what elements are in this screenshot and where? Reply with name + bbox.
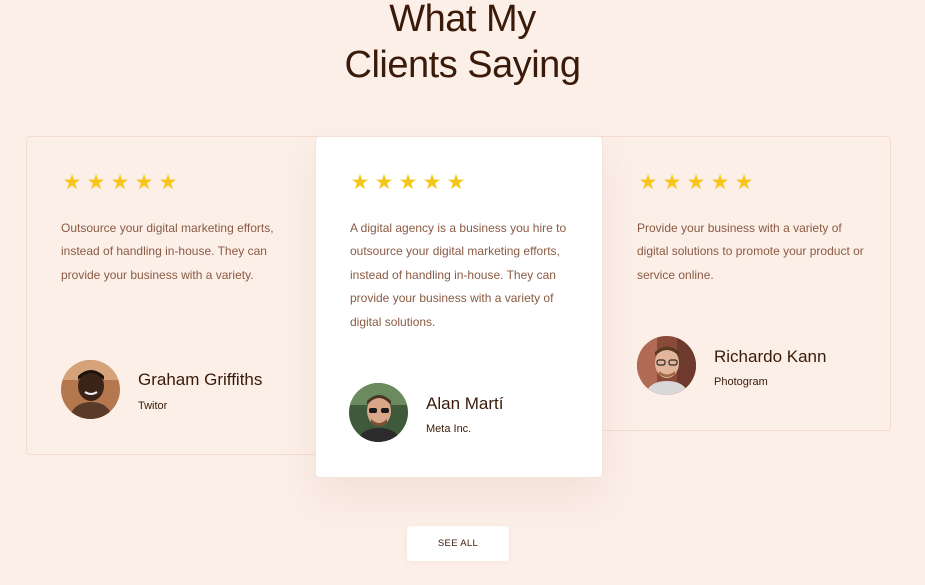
star-icon: ★ bbox=[662, 170, 682, 194]
star-icon: ★ bbox=[62, 170, 82, 194]
person-photo-icon bbox=[61, 360, 120, 419]
star-icon: ★ bbox=[686, 170, 706, 194]
author-company: Meta Inc. bbox=[426, 423, 472, 435]
testimonial-card-3: ★ ★ ★ ★ ★ Provide your business with a v… bbox=[600, 136, 891, 431]
star-rating: ★ ★ ★ ★ ★ bbox=[61, 171, 179, 193]
star-rating: ★ ★ ★ ★ ★ bbox=[637, 171, 755, 193]
section-title: What My Clients Saying bbox=[0, 0, 925, 88]
see-all-button[interactable]: SEE ALL bbox=[407, 526, 509, 561]
star-icon: ★ bbox=[398, 170, 418, 194]
author-name: Graham Griffiths bbox=[138, 370, 263, 389]
author-name: Alan Martí bbox=[426, 394, 504, 413]
testimonial-quote: Outsource your digital marketing efforts… bbox=[61, 221, 274, 282]
avatar bbox=[61, 360, 120, 419]
testimonial-quote: Provide your business with a variety of … bbox=[637, 221, 864, 282]
avatar bbox=[637, 336, 696, 395]
person-photo-icon bbox=[637, 336, 696, 395]
author-name: Richardo Kann bbox=[714, 347, 827, 366]
star-icon: ★ bbox=[374, 170, 394, 194]
star-rating: ★ ★ ★ ★ ★ bbox=[349, 171, 467, 193]
star-icon: ★ bbox=[422, 170, 442, 194]
section-title-line1: What My bbox=[389, 0, 536, 40]
star-icon: ★ bbox=[86, 170, 106, 194]
star-icon: ★ bbox=[446, 170, 466, 194]
section-title-line2: Clients Saying bbox=[344, 44, 581, 86]
author-company: Twitor bbox=[138, 400, 168, 412]
star-icon: ★ bbox=[638, 170, 658, 194]
star-icon: ★ bbox=[734, 170, 754, 194]
star-icon: ★ bbox=[134, 170, 154, 194]
testimonial-card-1: ★ ★ ★ ★ ★ Outsource your digital marketi… bbox=[26, 136, 318, 455]
testimonial-quote: A digital agency is a business you hire … bbox=[350, 221, 567, 329]
star-icon: ★ bbox=[158, 170, 178, 194]
star-icon: ★ bbox=[710, 170, 730, 194]
star-icon: ★ bbox=[350, 170, 370, 194]
avatar bbox=[349, 383, 408, 442]
author-company: Photogram bbox=[714, 376, 768, 388]
testimonial-card-2: ★ ★ ★ ★ ★ A digital agency is a business… bbox=[315, 136, 603, 478]
star-icon: ★ bbox=[110, 170, 130, 194]
person-photo-icon bbox=[349, 383, 408, 442]
